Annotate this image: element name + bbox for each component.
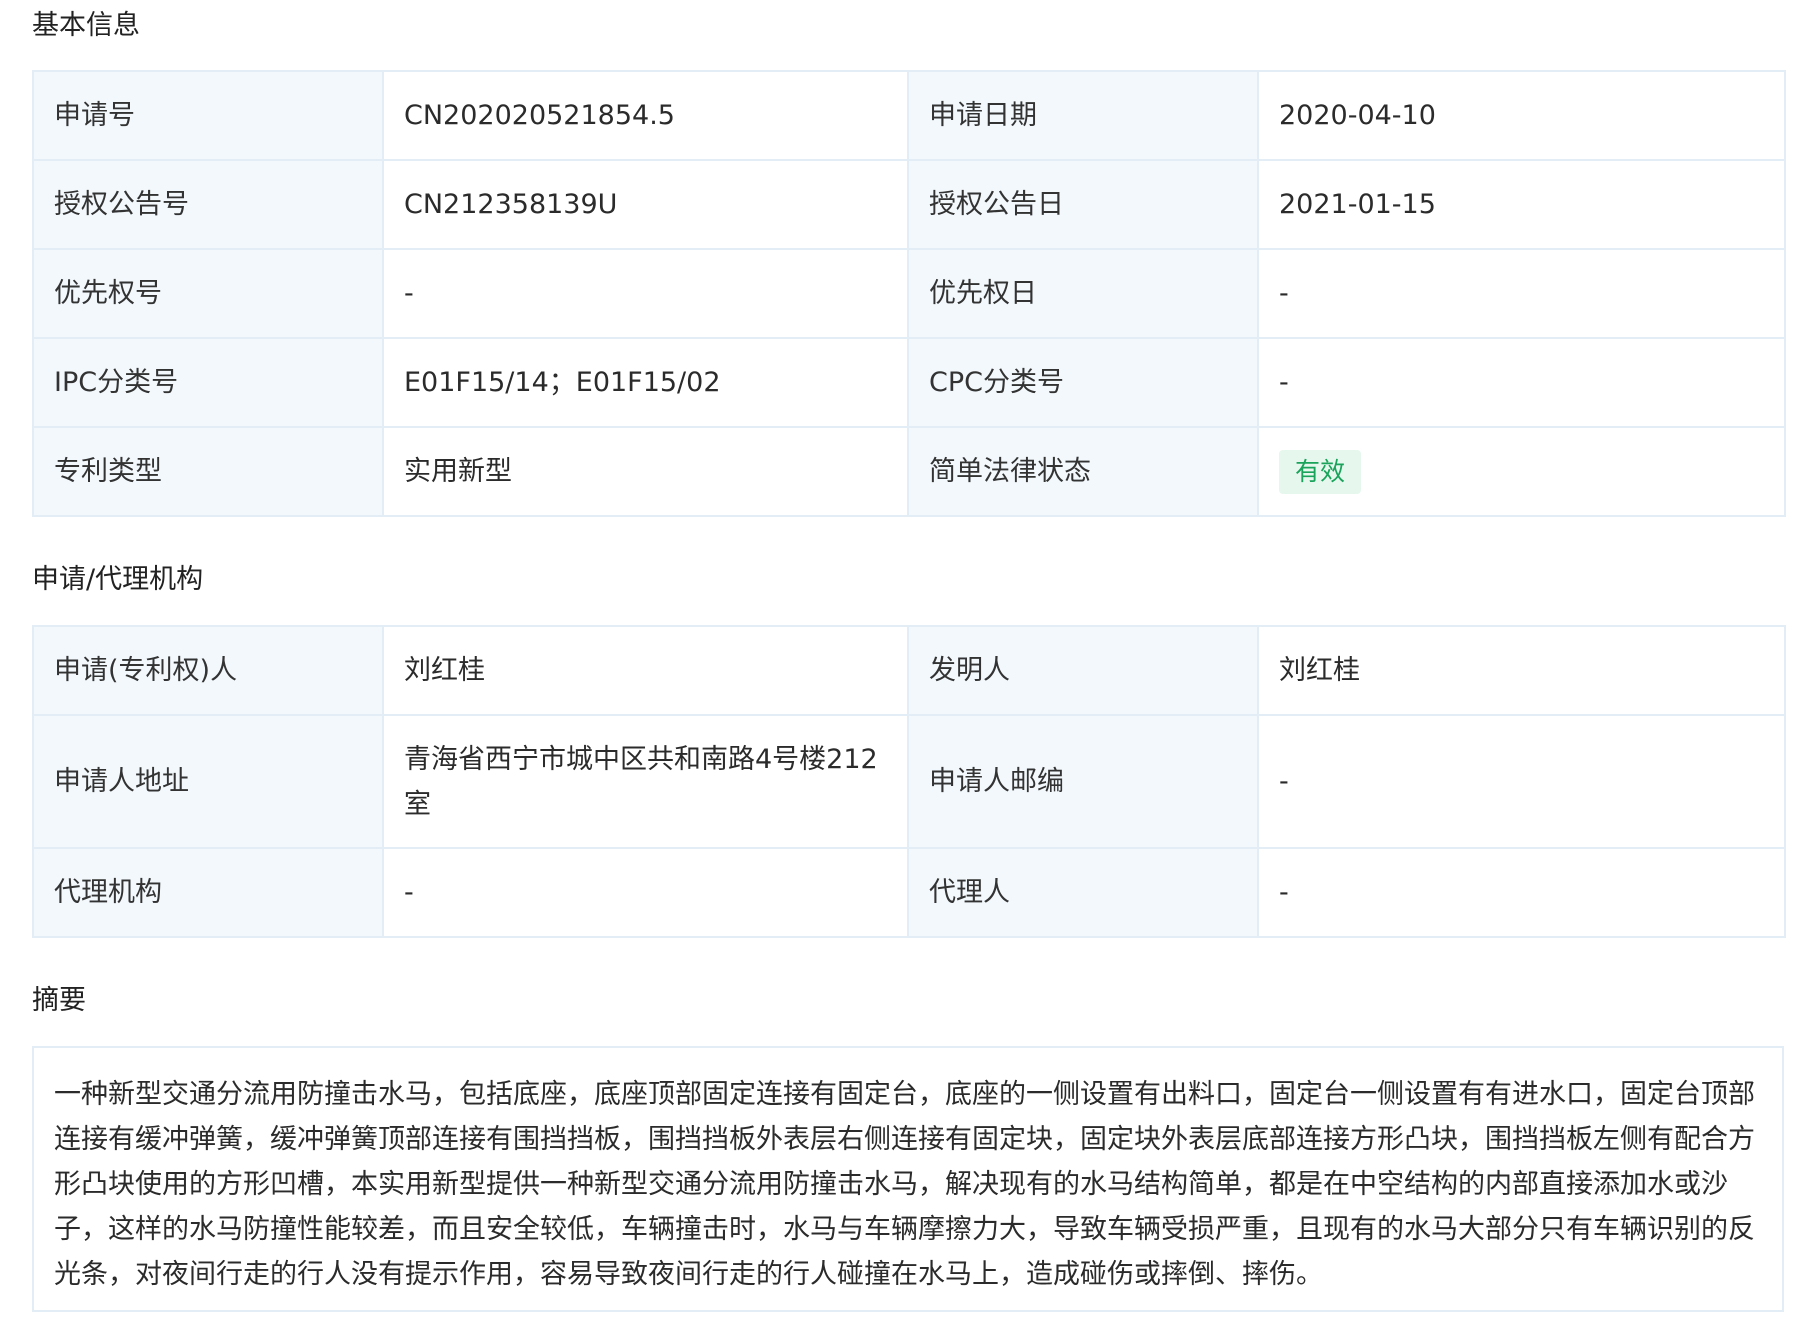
ipc-class-label: IPC分类号 [32, 337, 384, 428]
table-row: 代理机构 - 代理人 - [32, 847, 1786, 938]
priority-number-value: - [382, 248, 909, 339]
section-title-agency: 申请/代理机构 [32, 564, 204, 595]
application-date-value: 2020-04-10 [1257, 70, 1786, 161]
patent-type-label: 专利类型 [32, 426, 384, 517]
agent-label: 代理人 [907, 847, 1259, 938]
agency-value: - [382, 847, 909, 938]
patent-type-value: 实用新型 [382, 426, 909, 517]
applicant-postcode-label: 申请人邮编 [907, 714, 1259, 849]
cpc-class-value: - [1257, 337, 1786, 428]
priority-date-label: 优先权日 [907, 248, 1259, 339]
legal-status-label: 简单法律状态 [907, 426, 1259, 517]
agent-value: - [1257, 847, 1786, 938]
table-row: 申请人地址 青海省西宁市城中区共和南路4号楼212室 申请人邮编 - [32, 714, 1786, 849]
applicant-postcode-value: - [1257, 714, 1786, 849]
basic-info-table: 申请号 CN202020521854.5 申请日期 2020-04-10 授权公… [32, 70, 1786, 517]
ipc-class-value: E01F15/14；E01F15/02 [382, 337, 909, 428]
grant-number-label: 授权公告号 [32, 159, 384, 250]
legal-status-cell: 有效 [1257, 426, 1786, 517]
applicant-value: 刘红桂 [382, 625, 909, 716]
grant-date-label: 授权公告日 [907, 159, 1259, 250]
grant-number-value: CN212358139U [382, 159, 909, 250]
section-title-abstract: 摘要 [32, 985, 86, 1016]
table-row: IPC分类号 E01F15/14；E01F15/02 CPC分类号 - [32, 337, 1786, 428]
application-number-label: 申请号 [32, 70, 384, 161]
abstract-text: 一种新型交通分流用防撞击水马，包括底座，底座顶部固定连接有固定台，底座的一侧设置… [54, 1079, 1755, 1290]
table-row: 申请(专利权)人 刘红桂 发明人 刘红桂 [32, 625, 1786, 716]
agency-label: 代理机构 [32, 847, 384, 938]
applicant-label: 申请(专利权)人 [32, 625, 384, 716]
priority-number-label: 优先权号 [32, 248, 384, 339]
application-date-label: 申请日期 [907, 70, 1259, 161]
table-row: 优先权号 - 优先权日 - [32, 248, 1786, 339]
abstract-box: 一种新型交通分流用防撞击水马，包括底座，底座顶部固定连接有固定台，底座的一侧设置… [32, 1046, 1784, 1312]
grant-date-value: 2021-01-15 [1257, 159, 1786, 250]
table-row: 专利类型 实用新型 简单法律状态 有效 [32, 426, 1786, 517]
agency-table: 申请(专利权)人 刘红桂 发明人 刘红桂 申请人地址 青海省西宁市城中区共和南路… [32, 625, 1786, 938]
inventor-value: 刘红桂 [1257, 625, 1786, 716]
application-number-value: CN202020521854.5 [382, 70, 909, 161]
table-row: 申请号 CN202020521854.5 申请日期 2020-04-10 [32, 70, 1786, 161]
cpc-class-label: CPC分类号 [907, 337, 1259, 428]
priority-date-value: - [1257, 248, 1786, 339]
status-badge: 有效 [1279, 450, 1362, 495]
applicant-address-value: 青海省西宁市城中区共和南路4号楼212室 [382, 714, 909, 849]
section-title-basic-info: 基本信息 [32, 10, 140, 41]
table-row: 授权公告号 CN212358139U 授权公告日 2021-01-15 [32, 159, 1786, 250]
inventor-label: 发明人 [907, 625, 1259, 716]
applicant-address-label: 申请人地址 [32, 714, 384, 849]
